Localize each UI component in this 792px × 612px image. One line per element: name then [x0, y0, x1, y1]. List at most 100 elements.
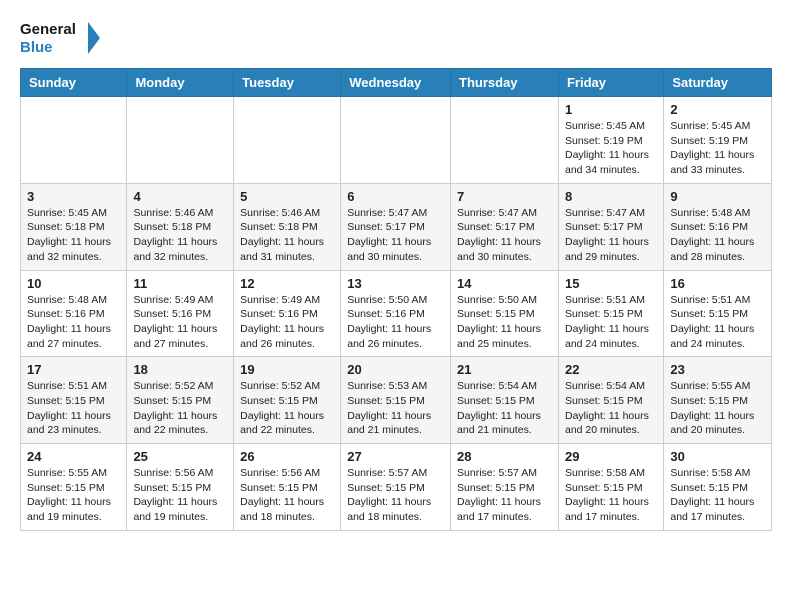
- day-info: Sunrise: 5:50 AM Sunset: 5:15 PM Dayligh…: [457, 293, 552, 352]
- calendar-cell: [234, 97, 341, 184]
- calendar-cell: 1 Sunrise: 5:45 AM Sunset: 5:19 PM Daylig…: [558, 97, 663, 184]
- day-number: 4: [133, 189, 227, 204]
- day-number: 28: [457, 449, 552, 464]
- day-number: 12: [240, 276, 334, 291]
- calendar-week-row: 24 Sunrise: 5:55 AM Sunset: 5:15 PM Dayli…: [21, 444, 772, 531]
- day-number: 9: [670, 189, 765, 204]
- day-info: Sunrise: 5:55 AM Sunset: 5:15 PM Dayligh…: [670, 379, 765, 438]
- day-number: 23: [670, 362, 765, 377]
- day-number: 26: [240, 449, 334, 464]
- day-number: 17: [27, 362, 120, 377]
- day-number: 5: [240, 189, 334, 204]
- calendar-cell: 5Sunrise: 5:46 AM Sunset: 5:18 PM Daylig…: [234, 183, 341, 270]
- weekday-header: Wednesday: [341, 69, 451, 97]
- day-info: Sunrise: 5:53 AM Sunset: 5:15 PM Dayligh…: [347, 379, 444, 438]
- day-info: Sunrise: 5:48 AM Sunset: 5:16 PM Dayligh…: [670, 206, 765, 265]
- day-info: Sunrise: 5:52 AM Sunset: 5:15 PM Dayligh…: [133, 379, 227, 438]
- day-info: Sunrise: 5:56 AM Sunset: 5:15 PM Dayligh…: [240, 466, 334, 525]
- calendar-cell: 15 Sunrise: 5:51 AM Sunset: 5:15 PM Dayli…: [558, 270, 663, 357]
- day-number: 13: [347, 276, 444, 291]
- day-number: 15: [565, 276, 657, 291]
- calendar-table: SundayMondayTuesdayWednesdayThursdayFrid…: [20, 68, 772, 531]
- day-info: Sunrise: 5:56 AM Sunset: 5:15 PM Dayligh…: [133, 466, 227, 525]
- calendar-cell: [127, 97, 234, 184]
- day-info: Sunrise: 5:47 AM Sunset: 5:17 PM Dayligh…: [565, 206, 657, 265]
- calendar-cell: [451, 97, 559, 184]
- calendar-cell: 28 Sunrise: 5:57 AM Sunset: 5:15 PM Dayli…: [451, 444, 559, 531]
- day-info: Sunrise: 5:57 AM Sunset: 5:15 PM Dayligh…: [457, 466, 552, 525]
- calendar-week-row: 3 Sunrise: 5:45 AM Sunset: 5:18 PM Daylig…: [21, 183, 772, 270]
- day-info: Sunrise: 5:49 AM Sunset: 5:16 PM Dayligh…: [133, 293, 227, 352]
- calendar-cell: 30 Sunrise: 5:58 AM Sunset: 5:15 PM Dayli…: [664, 444, 772, 531]
- calendar-week-row: 1 Sunrise: 5:45 AM Sunset: 5:19 PM Daylig…: [21, 97, 772, 184]
- calendar-cell: 29Sunrise: 5:58 AM Sunset: 5:15 PM Dayli…: [558, 444, 663, 531]
- day-number: 1: [565, 102, 657, 117]
- day-info: Sunrise: 5:46 AM Sunset: 5:18 PM Dayligh…: [133, 206, 227, 265]
- svg-text:General: General: [20, 21, 76, 38]
- day-number: 29: [565, 449, 657, 464]
- calendar-cell: 23 Sunrise: 5:55 AM Sunset: 5:15 PM Dayli…: [664, 357, 772, 444]
- day-number: 22: [565, 362, 657, 377]
- day-info: Sunrise: 5:49 AM Sunset: 5:16 PM Dayligh…: [240, 293, 334, 352]
- calendar-cell: 27 Sunrise: 5:57 AM Sunset: 5:15 PM Dayli…: [341, 444, 451, 531]
- calendar-cell: 9 Sunrise: 5:48 AM Sunset: 5:16 PM Daylig…: [664, 183, 772, 270]
- calendar-cell: 14 Sunrise: 5:50 AM Sunset: 5:15 PM Dayli…: [451, 270, 559, 357]
- day-number: 18: [133, 362, 227, 377]
- calendar-cell: [21, 97, 127, 184]
- calendar-cell: 6Sunrise: 5:47 AM Sunset: 5:17 PM Daylig…: [341, 183, 451, 270]
- day-number: 20: [347, 362, 444, 377]
- day-info: Sunrise: 5:54 AM Sunset: 5:15 PM Dayligh…: [457, 379, 552, 438]
- weekday-header: Thursday: [451, 69, 559, 97]
- day-info: Sunrise: 5:51 AM Sunset: 5:15 PM Dayligh…: [565, 293, 657, 352]
- calendar-cell: 2Sunrise: 5:45 AM Sunset: 5:19 PM Daylig…: [664, 97, 772, 184]
- calendar-cell: 18 Sunrise: 5:52 AM Sunset: 5:15 PM Dayli…: [127, 357, 234, 444]
- weekday-header: Sunday: [21, 69, 127, 97]
- calendar-cell: 7Sunrise: 5:47 AM Sunset: 5:17 PM Daylig…: [451, 183, 559, 270]
- day-info: Sunrise: 5:50 AM Sunset: 5:16 PM Dayligh…: [347, 293, 444, 352]
- calendar-header-row: SundayMondayTuesdayWednesdayThursdayFrid…: [21, 69, 772, 97]
- calendar-cell: 10 Sunrise: 5:48 AM Sunset: 5:16 PM Dayli…: [21, 270, 127, 357]
- day-number: 24: [27, 449, 120, 464]
- day-info: Sunrise: 5:55 AM Sunset: 5:15 PM Dayligh…: [27, 466, 120, 525]
- calendar-cell: 8 Sunrise: 5:47 AM Sunset: 5:17 PM Daylig…: [558, 183, 663, 270]
- day-info: Sunrise: 5:45 AM Sunset: 5:19 PM Dayligh…: [565, 119, 657, 178]
- svg-text:Blue: Blue: [20, 39, 53, 56]
- day-info: Sunrise: 5:57 AM Sunset: 5:15 PM Dayligh…: [347, 466, 444, 525]
- day-number: 3: [27, 189, 120, 204]
- day-info: Sunrise: 5:45 AM Sunset: 5:19 PM Dayligh…: [670, 119, 765, 178]
- calendar-cell: 13 Sunrise: 5:50 AM Sunset: 5:16 PM Dayli…: [341, 270, 451, 357]
- calendar-cell: 17 Sunrise: 5:51 AM Sunset: 5:15 PM Dayli…: [21, 357, 127, 444]
- day-number: 11: [133, 276, 227, 291]
- calendar-cell: 3 Sunrise: 5:45 AM Sunset: 5:18 PM Daylig…: [21, 183, 127, 270]
- day-number: 7: [457, 189, 552, 204]
- day-number: 14: [457, 276, 552, 291]
- day-number: 8: [565, 189, 657, 204]
- calendar-cell: 21Sunrise: 5:54 AM Sunset: 5:15 PM Dayli…: [451, 357, 559, 444]
- day-number: 30: [670, 449, 765, 464]
- day-number: 19: [240, 362, 334, 377]
- calendar-cell: 4 Sunrise: 5:46 AM Sunset: 5:18 PM Daylig…: [127, 183, 234, 270]
- calendar-cell: 12 Sunrise: 5:49 AM Sunset: 5:16 PM Dayli…: [234, 270, 341, 357]
- calendar-cell: 26 Sunrise: 5:56 AM Sunset: 5:15 PM Dayli…: [234, 444, 341, 531]
- day-info: Sunrise: 5:51 AM Sunset: 5:15 PM Dayligh…: [27, 379, 120, 438]
- weekday-header: Monday: [127, 69, 234, 97]
- calendar-week-row: 10 Sunrise: 5:48 AM Sunset: 5:16 PM Dayli…: [21, 270, 772, 357]
- day-number: 6: [347, 189, 444, 204]
- day-info: Sunrise: 5:51 AM Sunset: 5:15 PM Dayligh…: [670, 293, 765, 352]
- calendar-cell: 19 Sunrise: 5:52 AM Sunset: 5:15 PM Dayli…: [234, 357, 341, 444]
- day-number: 27: [347, 449, 444, 464]
- day-info: Sunrise: 5:52 AM Sunset: 5:15 PM Dayligh…: [240, 379, 334, 438]
- day-number: 16: [670, 276, 765, 291]
- day-info: Sunrise: 5:48 AM Sunset: 5:16 PM Dayligh…: [27, 293, 120, 352]
- day-info: Sunrise: 5:58 AM Sunset: 5:15 PM Dayligh…: [670, 466, 765, 525]
- page-header: General Blue: [20, 16, 772, 60]
- weekday-header: Friday: [558, 69, 663, 97]
- calendar-cell: 20 Sunrise: 5:53 AM Sunset: 5:15 PM Dayli…: [341, 357, 451, 444]
- day-number: 25: [133, 449, 227, 464]
- day-number: 10: [27, 276, 120, 291]
- logo: General Blue: [20, 16, 100, 60]
- weekday-header: Tuesday: [234, 69, 341, 97]
- day-info: Sunrise: 5:54 AM Sunset: 5:15 PM Dayligh…: [565, 379, 657, 438]
- logo-svg: General Blue: [20, 16, 100, 60]
- day-info: Sunrise: 5:45 AM Sunset: 5:18 PM Dayligh…: [27, 206, 120, 265]
